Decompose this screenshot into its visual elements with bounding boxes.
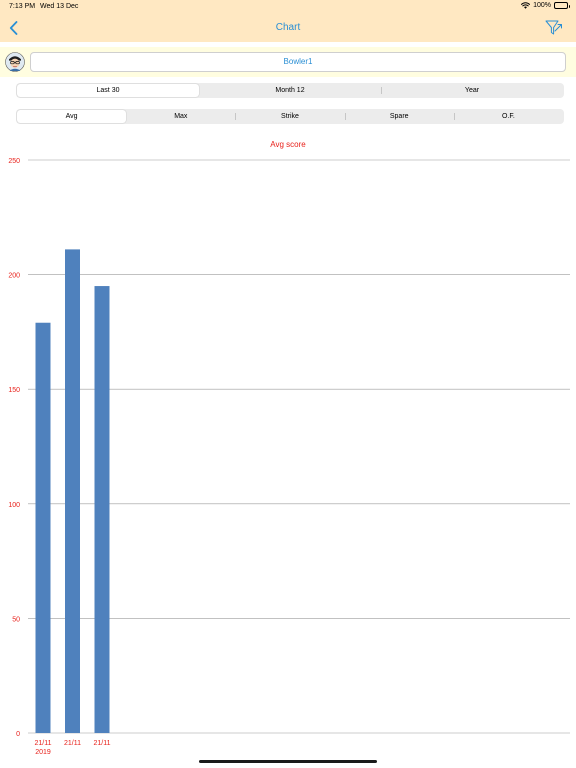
- tab-month-12[interactable]: Month 12: [199, 84, 381, 97]
- chart-title: Avg score: [270, 140, 306, 149]
- tab-of[interactable]: O.F.: [453, 110, 563, 123]
- filter-icon: [545, 20, 562, 35]
- x-tick-label: 2019: [35, 749, 51, 756]
- bars: [35, 249, 110, 733]
- battery-icon: [554, 2, 570, 9]
- tab-avg[interactable]: Avg: [17, 110, 127, 123]
- tab-max[interactable]: Max: [126, 110, 235, 123]
- bar: [65, 249, 80, 733]
- y-tick-label: 100: [8, 502, 20, 509]
- nav-bar: Chart: [0, 14, 576, 42]
- bowler-avatar-icon[interactable]: [5, 52, 25, 72]
- tab-spare[interactable]: Spare: [344, 110, 454, 123]
- avg-score-chart: Avg score 0 50 100 150 200 250 21/11 2019 21/11 21…: [8, 140, 570, 756]
- y-tick-label: 150: [8, 387, 20, 394]
- y-tick-label: 0: [16, 731, 20, 738]
- battery-percent: 100%: [533, 2, 551, 9]
- bar: [94, 286, 110, 733]
- x-tick-label: 21/11: [94, 740, 111, 747]
- status-time: 7:13 PM: [9, 3, 36, 10]
- y-tick-label: 50: [12, 616, 20, 623]
- home-indicator: [199, 760, 377, 763]
- status-right: 100%: [521, 2, 570, 9]
- y-tick-label: 200: [8, 273, 20, 280]
- tab-strike[interactable]: Strike: [235, 110, 344, 123]
- filter-button[interactable]: [544, 17, 564, 39]
- status-bar: 7:13 PM Wed 13 Dec 100%: [0, 0, 576, 14]
- page-title: Chart: [275, 22, 301, 33]
- status-date: Wed 13 Dec: [40, 3, 79, 10]
- y-tick-label: 250: [8, 158, 20, 165]
- bowler-select[interactable]: Bowler1: [30, 52, 566, 72]
- metric-segmented-control: Avg Max Strike Spare O.F.: [16, 109, 564, 124]
- x-tick-label: 21/11: [64, 740, 81, 747]
- bowler-row: Bowler1: [0, 47, 576, 77]
- period-segmented-control: Last 30 Month 12 Year: [16, 83, 564, 98]
- x-tick-label: 21/11: [35, 740, 52, 747]
- wifi-icon: [521, 2, 531, 9]
- tab-year[interactable]: Year: [381, 84, 563, 97]
- axis-labels: Avg score 0 50 100 150 200 250 21/11 2019 21/11 21…: [8, 140, 306, 756]
- tab-last-30[interactable]: Last 30: [17, 84, 199, 97]
- bar: [35, 322, 51, 733]
